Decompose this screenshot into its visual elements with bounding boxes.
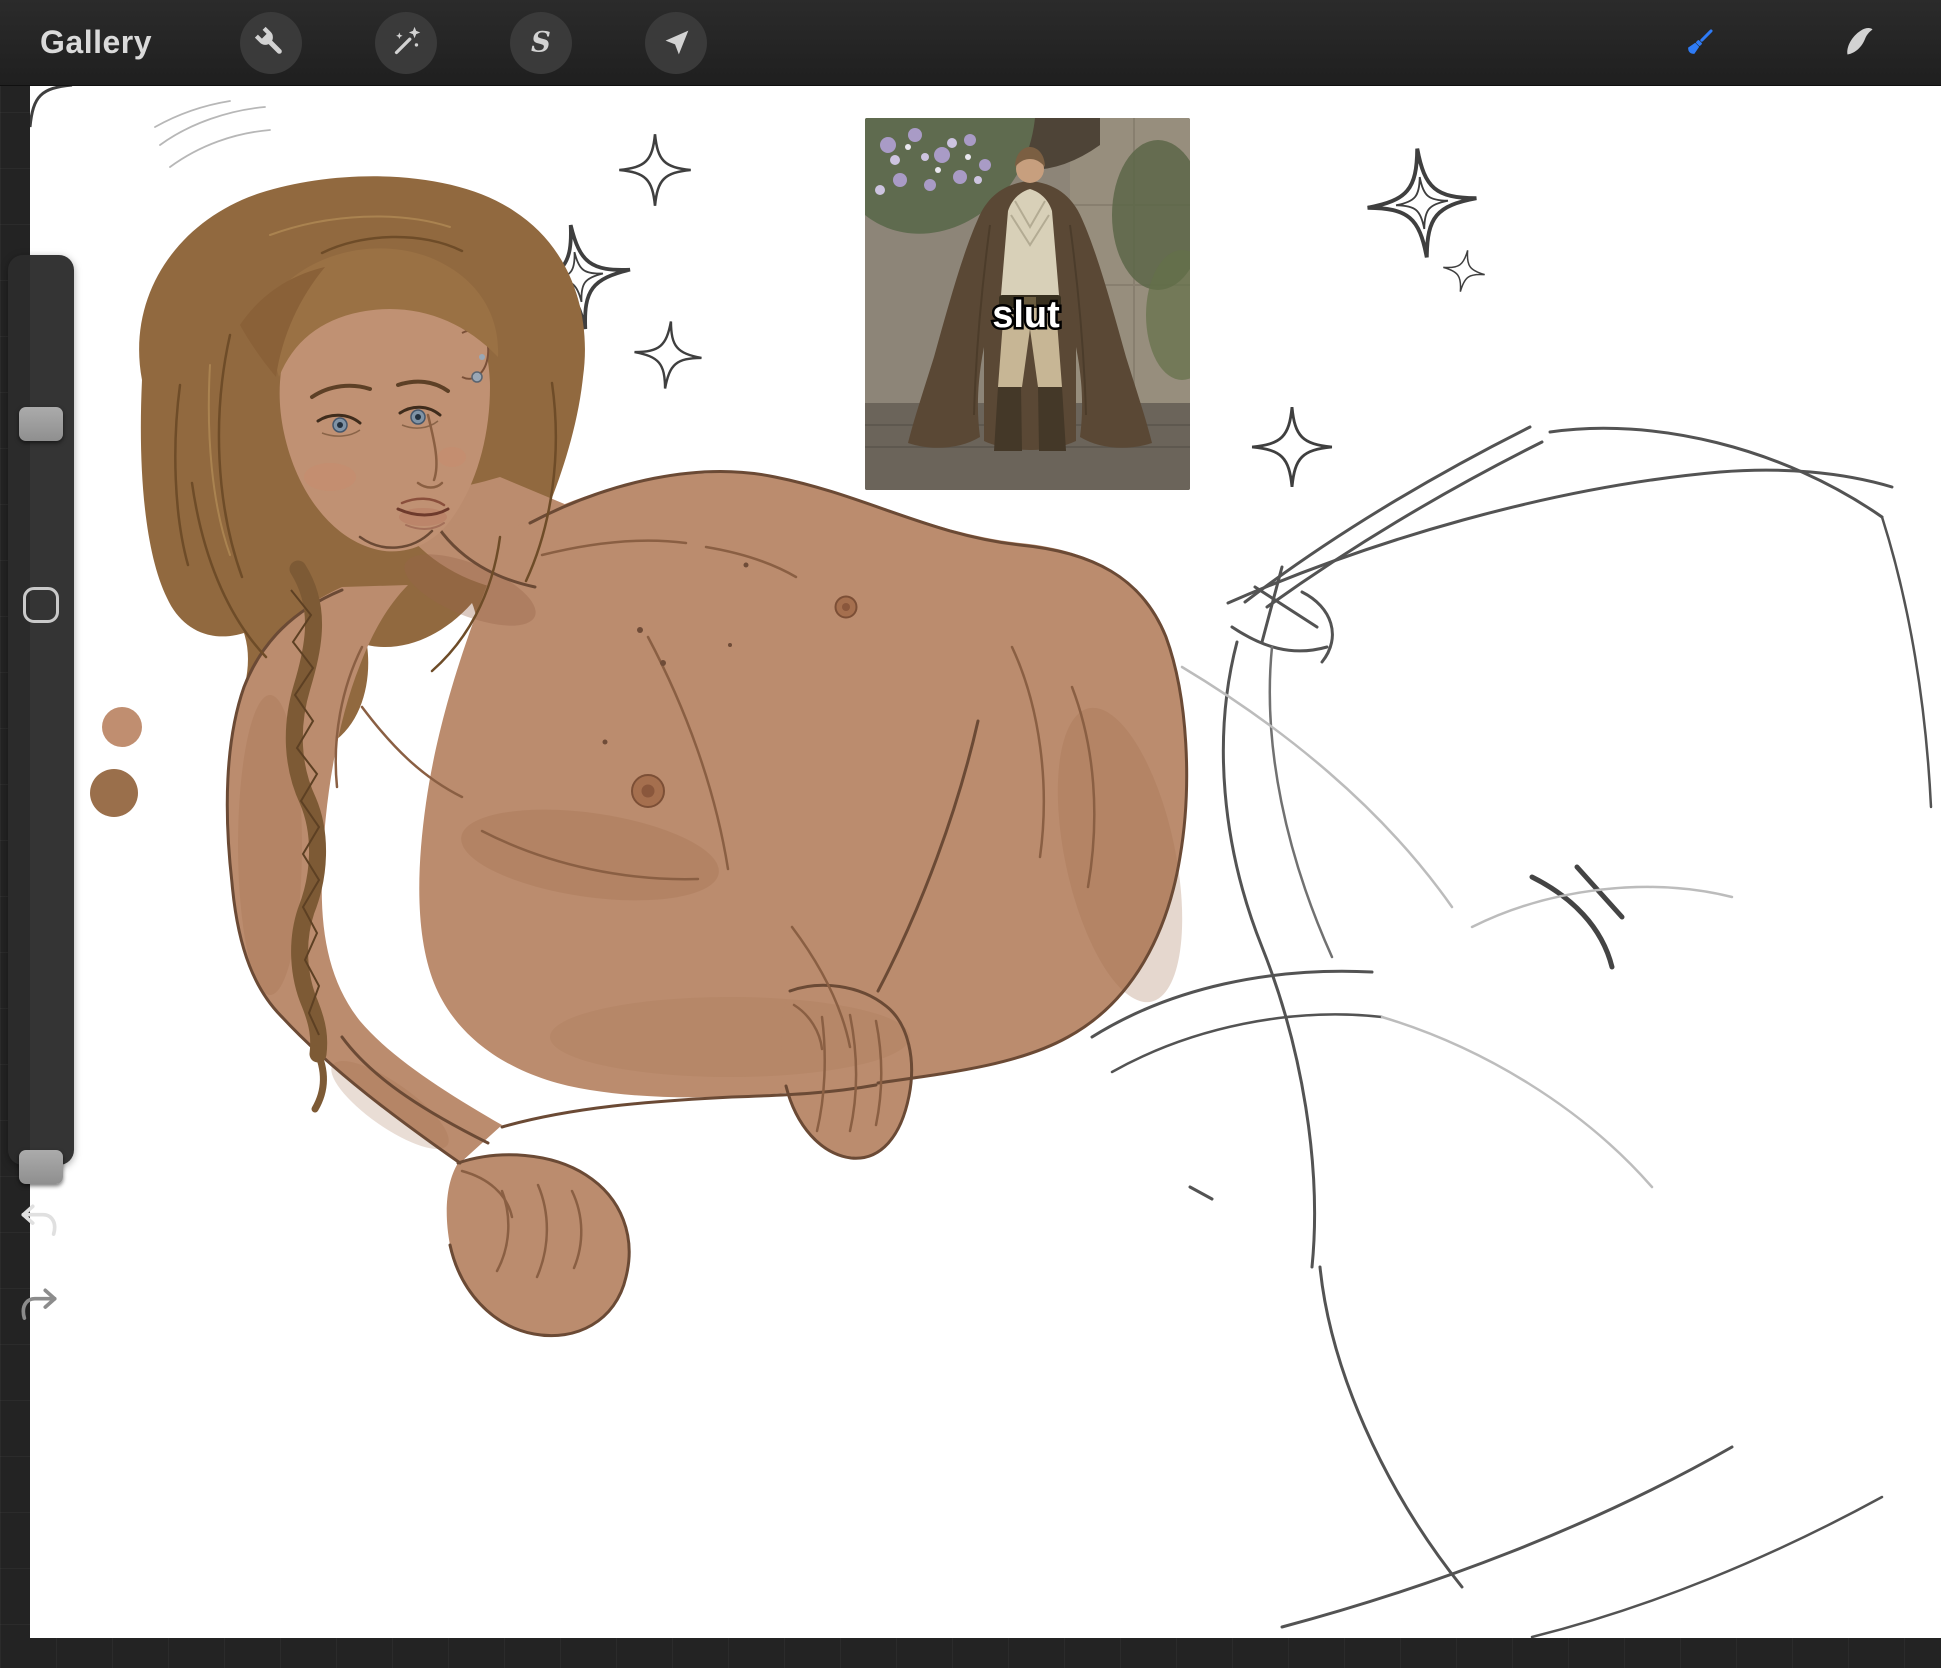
paint-swatch-dab [102, 707, 142, 747]
paint-swatch-dab [90, 769, 138, 817]
brush-size-handle[interactable] [19, 407, 63, 441]
hair-wisp-sketch [155, 101, 270, 167]
top-toolbar: Gallery S [0, 0, 1941, 86]
transform-arrow-icon [657, 24, 695, 62]
brush-opacity-slider[interactable] [8, 710, 74, 1165]
actions-button[interactable] [240, 12, 302, 74]
smudge-icon [1839, 19, 1879, 67]
procreate-app: Gallery S [0, 0, 1941, 1668]
undo-icon [16, 1198, 62, 1244]
selection-glyph: S [531, 26, 551, 58]
meme-caption: slut [992, 294, 1060, 336]
magic-wand-icon [387, 24, 425, 62]
paintbrush-icon [1679, 19, 1719, 67]
brush-size-slider[interactable] [8, 255, 74, 710]
reference-meme-image: slut [865, 118, 1218, 490]
undo-button[interactable] [16, 1198, 62, 1244]
redo-button[interactable] [16, 1282, 62, 1328]
gallery-button[interactable]: Gallery [34, 23, 158, 62]
paint-tool-group [1673, 17, 1941, 69]
wrench-icon [252, 24, 290, 62]
drawing-canvas[interactable]: slut [30, 85, 1941, 1638]
selection-s-icon: S [522, 24, 560, 62]
earring [472, 372, 482, 382]
brush-sidebar [8, 255, 74, 1165]
selection-button[interactable]: S [510, 12, 572, 74]
redo-icon [16, 1282, 62, 1328]
smudge-tool-button[interactable] [1833, 17, 1885, 69]
brush-opacity-handle[interactable] [19, 1150, 63, 1184]
modify-button[interactable] [23, 587, 59, 623]
transform-button[interactable] [645, 12, 707, 74]
fabric-sketch [1092, 427, 1931, 1637]
adjustments-button[interactable] [375, 12, 437, 74]
artwork: slut [30, 85, 1941, 1638]
brush-tool-button[interactable] [1673, 17, 1725, 69]
